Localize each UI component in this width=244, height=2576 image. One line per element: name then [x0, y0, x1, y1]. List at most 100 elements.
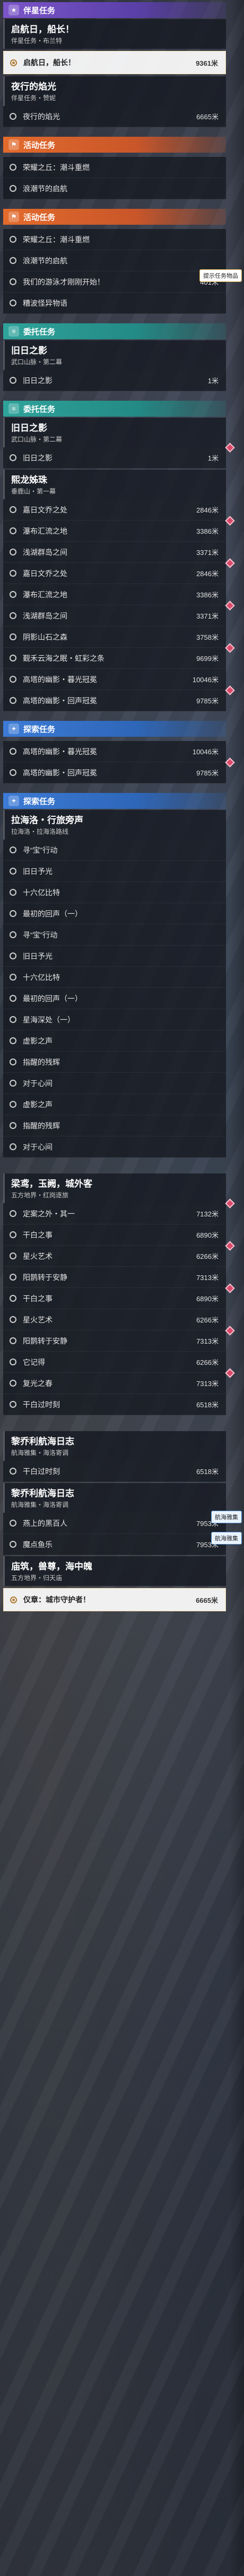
quest-objective[interactable]: 我们的游泳才刚刚开始！ 401米 提示任务物品 — [3, 269, 242, 293]
objective-circle-icon — [10, 591, 16, 598]
objective-distance: 7313米 — [196, 1274, 219, 1282]
objective-distance: 6266米 — [196, 1252, 219, 1260]
section-header[interactable]: ⚑ 活动任务 — [3, 137, 226, 153]
objective-label: 仪章：城市守护者！ — [23, 1595, 90, 1604]
quest-objective[interactable]: 觐禾云海之眠・虹彩之条 9699米 — [3, 643, 235, 669]
quest-objective[interactable]: 启航日，船长！ 9361米 — [3, 51, 226, 74]
quest-objective[interactable]: 瀑布汇流之地 3386米 — [3, 584, 226, 605]
quest-objective[interactable]: 寻“宝”行动 — [3, 924, 226, 946]
flag-icon: ⚑ — [8, 139, 19, 150]
quest-objective[interactable]: 虚影之声 — [3, 1094, 226, 1115]
objective-distance: 6890米 — [196, 1231, 219, 1239]
quest-objective[interactable]: 指醒的残辉 — [3, 1052, 226, 1073]
quest-title: 启航日，船长！ — [11, 24, 74, 34]
quest-objective[interactable]: 星海深处（一） — [3, 1009, 226, 1030]
section-header-label: 委托任务 — [23, 327, 56, 337]
objective-label: 阴影山石之森 — [23, 632, 67, 641]
quest-card[interactable]: 庙筑，兽尊，海中魄 五方地界・归天庙 — [3, 1556, 226, 1586]
quest-objective[interactable]: 最初的回声（一） — [3, 988, 226, 1009]
quest-objective[interactable]: 旧日予光 — [3, 861, 226, 882]
quest-objective[interactable]: 浪潮节的启航 — [3, 178, 226, 199]
objective-label: 指醒的残辉 — [23, 1057, 60, 1066]
compass-icon: ✦ — [8, 724, 19, 734]
objective-distance: 3758米 — [196, 633, 219, 641]
quest-card[interactable]: 启航日，船长！ 伴星任务・布兰特 — [3, 19, 226, 49]
quest-objective[interactable]: 对于心间 — [3, 1073, 226, 1094]
objective-circle-icon — [10, 633, 16, 640]
quest-objective[interactable]: 对于心间 — [3, 1136, 226, 1158]
section-header[interactable]: ✦ 探索任务 — [3, 721, 226, 737]
quest-objective[interactable]: 阳鹊转于安静 7313米 — [3, 1267, 226, 1288]
objective-label: 瀑布汇流之地 — [23, 590, 67, 599]
objective-circle-icon — [10, 1295, 16, 1302]
quest-objective[interactable]: 阴影山石之森 3758米 — [3, 627, 226, 648]
quest-objective[interactable]: 干白过时刻 6518米 — [3, 1394, 226, 1415]
quest-card[interactable]: 旧日之影 武口山脉・第二幕 — [3, 418, 226, 447]
objective-circle-icon — [10, 1274, 16, 1281]
quest-objective[interactable]: 复光之春 7313米 — [3, 1368, 235, 1394]
objective-circle-icon — [10, 549, 16, 555]
objective-distance: 9361米 — [196, 59, 218, 67]
quest-objective[interactable]: 阳鹊转于安静 7313米 — [3, 1326, 235, 1352]
quest-objective[interactable]: 干白过时刻 6518米 — [3, 1461, 226, 1482]
objective-label: 旧日之影 — [23, 376, 53, 385]
quest-objective[interactable]: 旧日予光 — [3, 946, 226, 967]
quest-objective[interactable]: 干白之事 6890米 — [3, 1283, 235, 1309]
section-header[interactable]: ✦ 探索任务 — [3, 793, 226, 809]
objective-circle-icon — [10, 1037, 16, 1044]
quest-objective[interactable]: 旧日之影 1米 — [3, 443, 235, 469]
quest-objective[interactable]: 荣耀之丘：潮斗重燃 — [3, 157, 226, 178]
quest-section: ⚑ 活动任务荣耀之丘：潮斗重燃 浪潮节的启航 — [3, 137, 226, 199]
objective-distance: 6665米 — [196, 113, 219, 121]
quest-objective[interactable]: 高塔的幽影・暮光冠冕 10046米 — [3, 741, 226, 762]
section-header[interactable]: ≡ 委托任务 — [3, 401, 226, 417]
quest-objective[interactable]: 虚影之声 — [3, 1030, 226, 1052]
quest-card[interactable]: 拉海洛・行旅旁声 拉海洛・拉海洛路线 — [3, 810, 226, 840]
quest-objective[interactable]: 嘉日文乔之处 2846米 — [3, 558, 235, 584]
quest-objective[interactable]: 定案之外・其一 7132米 — [3, 1198, 235, 1224]
quest-objective[interactable]: 指醒的残辉 — [3, 1115, 226, 1136]
quest-objective[interactable]: 它记得 6266米 — [3, 1352, 226, 1373]
quest-objective[interactable]: 星火艺术 6266米 — [3, 1241, 235, 1267]
objective-circle-icon — [10, 1596, 17, 1603]
quest-objective[interactable]: 浅湖群岛之间 3371米 — [3, 601, 235, 627]
section-header[interactable]: ★ 伴星任务 — [3, 2, 226, 18]
quest-card[interactable]: 夜行的焰光 伴星任务・赞妮 — [3, 76, 226, 106]
objective-circle-icon — [10, 527, 16, 534]
quest-objective[interactable]: 瀑布汇流之地 3386米 — [3, 516, 235, 542]
section-header[interactable]: ⚑ 活动任务 — [3, 209, 226, 225]
quest-objective[interactable]: 星火艺术 6266米 — [3, 1309, 226, 1330]
objective-distance: 2846米 — [196, 506, 219, 514]
quest-objective[interactable]: 十六亿比特 — [3, 967, 226, 988]
objective-circle-icon — [10, 1337, 16, 1344]
quest-objective[interactable]: 高塔的幽影・暮光冠冕 10046米 — [3, 669, 226, 690]
quest-objective[interactable]: 最初的回声（一） — [3, 903, 226, 924]
quest-objective[interactable]: 糟波怪异物语 — [3, 293, 226, 314]
quest-objective[interactable]: 浅湖群岛之间 3371米 — [3, 542, 226, 563]
objective-label: 嘉日文乔之处 — [23, 505, 67, 514]
quest-card[interactable]: 黎乔利航海日志 航海雅集・海洛寄调 — [3, 1431, 226, 1461]
quest-objective[interactable]: 燕上的黑百人 7953米 航海雅集 — [3, 1511, 242, 1534]
scroll-icon: ≡ — [8, 403, 19, 414]
objective-distance: 6890米 — [196, 1295, 219, 1303]
objective-circle-icon — [10, 889, 16, 896]
quest-objective[interactable]: 高塔的幽影・回声冠冕 9785米 — [3, 757, 235, 783]
quest-objective[interactable]: 浪潮节的启航 — [3, 250, 226, 271]
quest-objective[interactable]: 寻“宝”行动 — [3, 840, 226, 861]
quest-objective[interactable]: 荣耀之丘：潮斗重燃 — [3, 229, 226, 250]
quest-card[interactable]: 梁鸢，玉阙，城外客 五方地界・红岗逐旅 — [3, 1174, 226, 1203]
section-header-label: 委托任务 — [23, 404, 56, 414]
quest-objective[interactable]: 魔点鱼乐 7953米 航海雅集 — [3, 1532, 242, 1555]
section-header[interactable]: ≡ 委托任务 — [3, 323, 226, 339]
quest-objective[interactable]: 高塔的幽影・回声冠冕 9785米 — [3, 685, 235, 711]
quest-objective[interactable]: 干白之事 6890米 — [3, 1224, 226, 1246]
quest-objective[interactable]: 十六亿比特 — [3, 882, 226, 903]
quest-objective[interactable]: 仪章：城市守护者！ 6665米 — [3, 1588, 226, 1611]
quest-objective[interactable]: 夜行的焰光 6665米 — [3, 106, 226, 127]
quest-card[interactable]: 黎乔利航海日志 航海雅集・海洛寄调 — [3, 1483, 226, 1513]
quest-card[interactable]: 熙龙姊珠 垂鹿山・第一幕 — [3, 470, 226, 499]
quest-objective[interactable]: 旧日之影 1米 — [3, 370, 226, 391]
quest-card[interactable]: 旧日之影 武口山脉・第二幕 — [3, 340, 226, 370]
objective-distance: 7132米 — [196, 1210, 219, 1218]
quest-objective[interactable]: 嘉日文乔之处 2846米 — [3, 499, 226, 521]
